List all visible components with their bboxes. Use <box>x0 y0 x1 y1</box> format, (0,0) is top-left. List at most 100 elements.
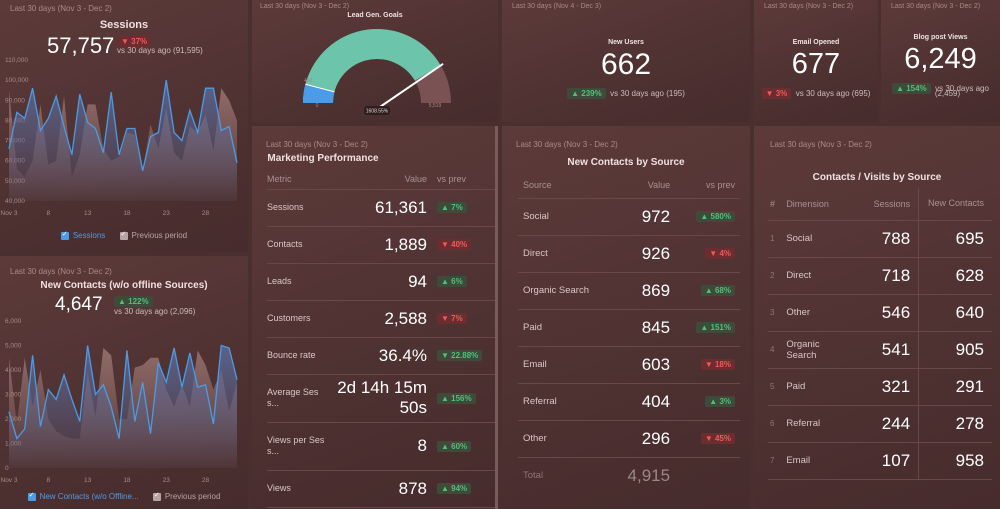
email-opened-widget: Last 30 days (Nov 3 - Dec 2) Email Opene… <box>754 0 878 122</box>
contacts-source-title: New Contacts by Source <box>567 157 685 168</box>
legend-previous-period[interactable]: Previous period <box>152 491 220 501</box>
legend-previous-period[interactable]: Previous period <box>119 230 188 240</box>
table-row[interactable]: Leads 94 ▲ 6% <box>267 263 498 301</box>
change-badge: ▼ 18% <box>700 359 735 370</box>
source-name: Paid <box>518 309 628 347</box>
table-row[interactable]: 6 Referral 244 278 <box>768 405 992 443</box>
new-contacts-value: 905 <box>918 331 992 369</box>
table-row[interactable]: Organic Search 869 ▲ 68% <box>518 272 740 310</box>
change-badge: ▲ 151% <box>696 322 735 333</box>
x-tick-label: 8 <box>46 477 50 484</box>
table-row[interactable]: Bounce rate 36.4% ▼ 22.88% <box>267 337 498 375</box>
change-badge: ▲ 68% <box>700 285 735 296</box>
row-rank: 7 <box>768 442 787 480</box>
legend-label: Sessions <box>72 231 106 240</box>
new-contacts-widget: Last 30 days (Nov 3 - Dec 2) New Contact… <box>0 256 248 509</box>
sessions-widget: Last 30 days (Nov 3 - Dec 2) Sessions 57… <box>0 0 248 252</box>
x-tick-label: 28 <box>202 477 210 484</box>
table-row[interactable]: Referral 404 ▲ 3% <box>518 383 740 421</box>
col-new-contacts: New Contacts <box>918 188 992 221</box>
source-name: Organic Search <box>518 272 628 310</box>
source-name: Other <box>518 420 628 458</box>
col-value: Value <box>327 169 437 190</box>
y-tick-label: 110,000 <box>5 57 28 64</box>
contacts-source-period: Last 30 days (Nov 3 - Dec 2) <box>516 140 618 149</box>
new-contacts-legend: New Contacts (w/o Offline... Previous pe… <box>0 491 248 503</box>
metric-name: Views per Sess... <box>267 422 327 471</box>
scrollbar[interactable] <box>495 126 498 509</box>
metric-value: 878 <box>327 470 437 508</box>
legend-new-contacts[interactable]: New Contacts (w/o Offline... <box>27 491 139 501</box>
sessions-legend: Sessions Previous period <box>0 230 248 242</box>
email-opened-value: 677 <box>791 48 841 80</box>
change-badge: ▲ 156% <box>437 392 476 404</box>
y-tick-label: 6,000 <box>5 318 22 325</box>
source-value: 972 <box>627 198 681 236</box>
legend-sessions[interactable]: Sessions <box>60 230 106 240</box>
source-name: Email <box>518 346 628 384</box>
table-row[interactable]: Paid 845 ▲ 151% <box>518 309 740 347</box>
source-name: Direct <box>518 235 628 273</box>
table-row[interactable]: 7 Email 107 958 <box>768 442 992 480</box>
table-row[interactable]: Views per Sess... 8 ▲ 60% <box>267 422 498 471</box>
sessions-value: 244 <box>847 405 920 443</box>
table-row[interactable]: Social 972 ▲ 580% <box>518 198 740 236</box>
dimension-name: Organic Search <box>786 331 848 369</box>
visits-source-title: Contacts / Visits by Source <box>812 172 942 183</box>
source-name: Social <box>518 198 628 236</box>
table-row[interactable]: Average Sess... 2d 14h 15m 50s ▲ 156% <box>267 374 498 423</box>
legend-label: Previous period <box>131 231 188 240</box>
blog-views-title: Blog post Views <box>913 34 968 41</box>
table-header: Source Value vs prev <box>518 172 740 199</box>
new-users-change-badge: ▲ 239% <box>567 88 606 99</box>
col-metric: Metric <box>267 169 327 190</box>
blog-views-comparison-prev: (2,459) <box>934 89 961 98</box>
col-dimension: Dimension <box>786 188 848 221</box>
visits-source-table: # Dimension Sessions New Contacts 1 Socia… <box>768 188 992 480</box>
row-rank: 3 <box>768 294 787 332</box>
gauge-target-label: 450 <box>304 78 313 84</box>
table-header: # Dimension Sessions New Contacts <box>768 188 992 221</box>
table-row[interactable]: 3 Other 546 640 <box>768 294 992 332</box>
metric-name: Leads <box>267 263 327 301</box>
metric-name: Contacts <box>267 226 327 264</box>
x-tick-label: 28 <box>202 210 210 217</box>
checkbox-icon <box>119 230 128 240</box>
new-contacts-change-badge: ▲ 122% <box>114 296 153 307</box>
table-row[interactable]: Views 878 ▲ 94% <box>267 470 498 508</box>
table-row[interactable]: 1 Social 788 695 <box>768 220 992 258</box>
row-rank: 2 <box>768 257 787 295</box>
x-tick-label: 18 <box>123 210 131 217</box>
table-row[interactable]: Email 603 ▼ 18% <box>518 346 740 384</box>
new-contacts-value: 695 <box>918 220 992 258</box>
change-badge: ▲ 60% <box>437 440 472 452</box>
change-badge: ▲ 580% <box>696 211 735 222</box>
blog-views-widget: Last 30 days (Nov 3 - Dec 2) Blog post V… <box>881 0 1000 122</box>
table-row[interactable]: 4 Organic Search 541 905 <box>768 331 992 369</box>
new-contacts-value: 958 <box>918 442 992 480</box>
metric-value: 2d 14h 15m 50s <box>327 374 437 423</box>
dimension-name: Direct <box>786 257 848 295</box>
sessions-value: 321 <box>847 368 920 406</box>
y-tick-label: 5,000 <box>5 343 22 350</box>
table-row[interactable]: Other 296 ▼ 45% <box>518 420 740 458</box>
sessions-value: 546 <box>847 294 920 332</box>
metric-name: Average Sess... <box>267 374 327 423</box>
table-row[interactable]: 5 Paid 321 291 <box>768 368 992 406</box>
table-row[interactable]: 2 Direct 718 628 <box>768 257 992 295</box>
table-row[interactable]: Contacts 1,889 ▼ 40% <box>267 226 498 264</box>
source-name: Referral <box>518 383 628 421</box>
table-row[interactable]: Sessions 61,361 ▲ 7% <box>267 189 498 227</box>
table-row[interactable]: Direct 926 ▼ 4% <box>518 235 740 273</box>
change-badge: ▼ 40% <box>437 239 472 250</box>
visits-by-source-widget: Last 30 days (Nov 3 - Dec 2) Contacts / … <box>754 126 1000 509</box>
metric-value: 2,588 <box>327 300 437 338</box>
col-sessions: Sessions <box>847 188 920 221</box>
table-row[interactable]: Customers 2,588 ▼ 7% <box>267 300 498 338</box>
new-users-comparison: vs 30 days ago (195) <box>610 89 685 98</box>
new-users-change-row: ▲ 239% vs 30 days ago (195) <box>502 83 750 101</box>
email-opened-comparison: vs 30 days ago (695) <box>795 89 871 98</box>
email-opened-change-row: ▼ 3% vs 30 days ago (695) <box>754 83 878 101</box>
table-header: Metric Value vs prev <box>267 169 498 190</box>
change-badge: ▼ 7% <box>437 313 467 324</box>
